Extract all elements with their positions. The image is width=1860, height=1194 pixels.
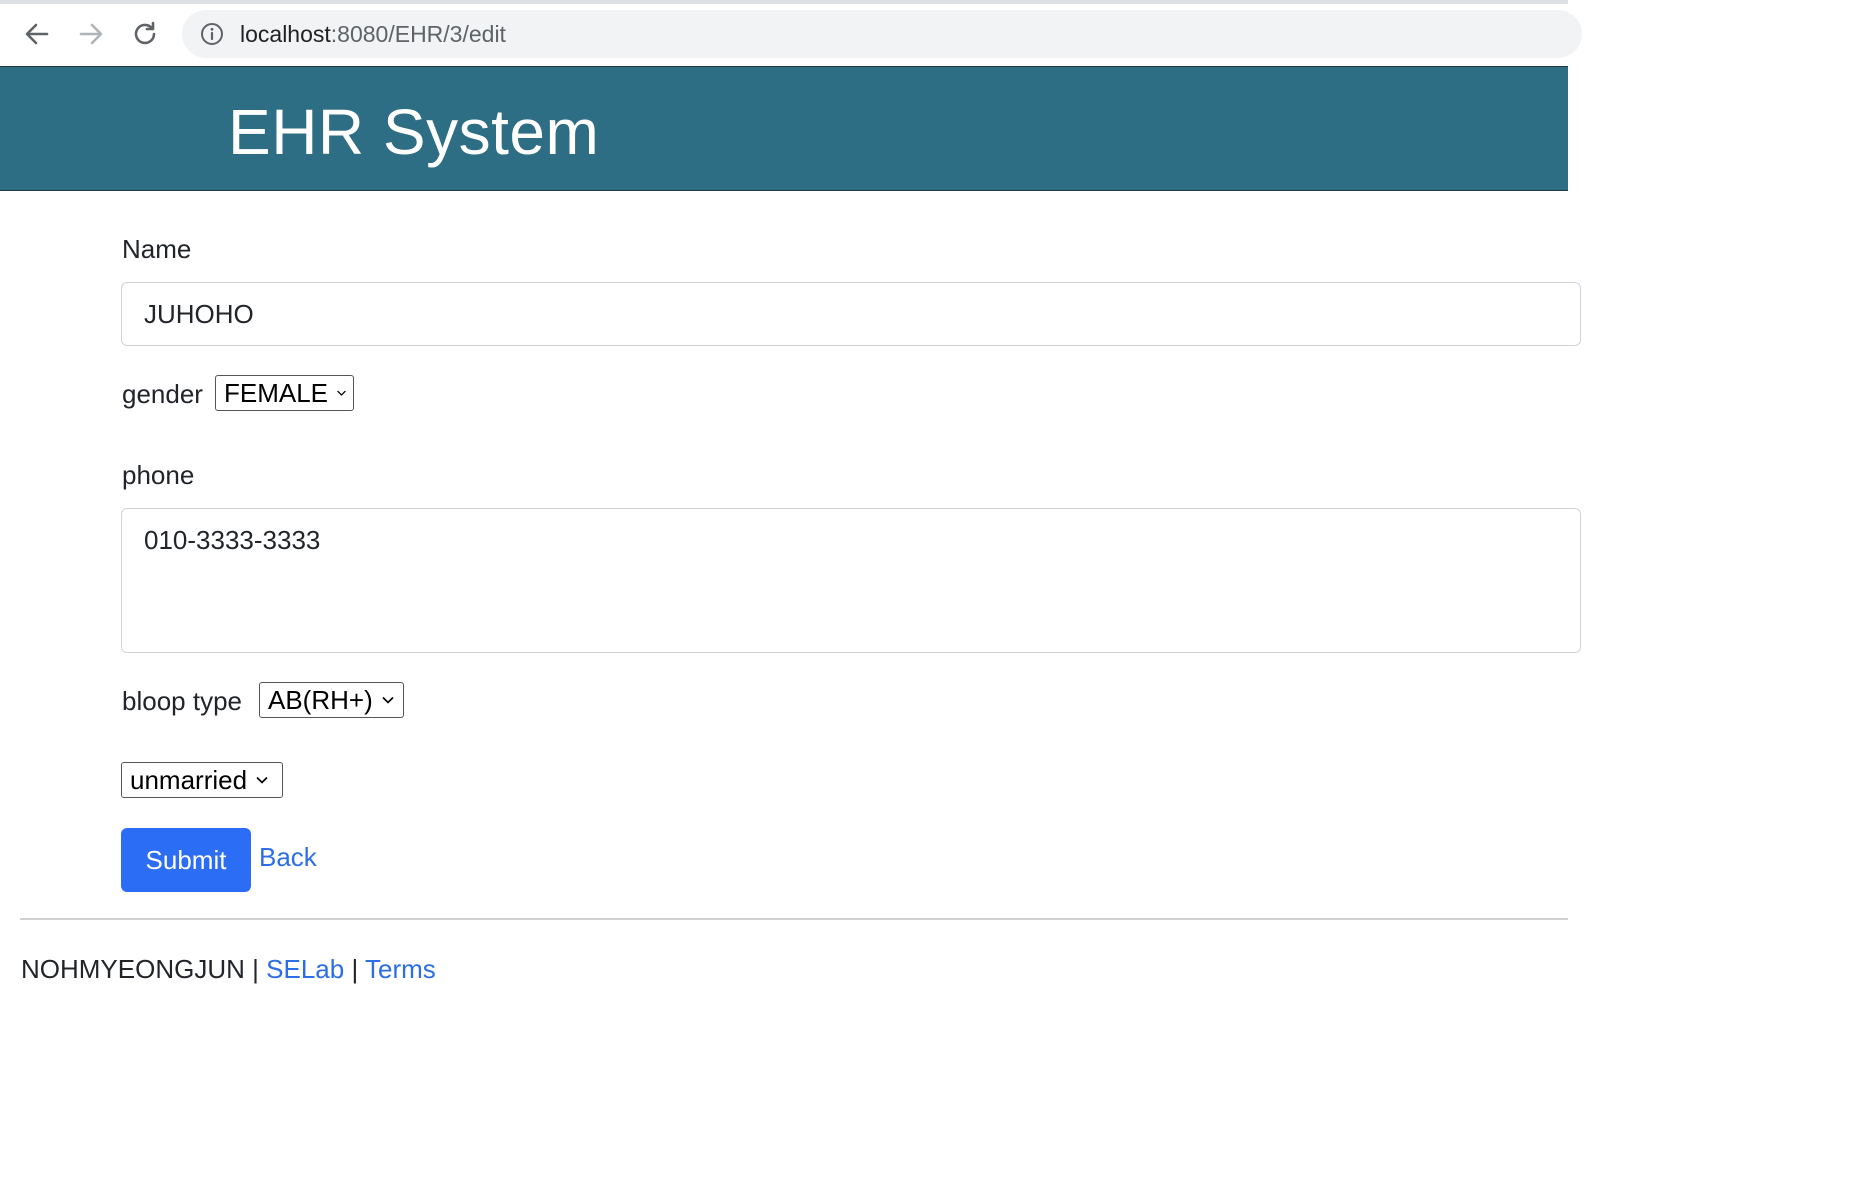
phone-textarea[interactable]: 010-3333-3333 <box>121 508 1581 653</box>
name-input[interactable] <box>121 282 1581 346</box>
url-text[interactable]: localhost:8080/EHR/3/edit <box>240 20 506 48</box>
footer-separator: | <box>351 954 359 984</box>
url-path: :8080/EHR/3/edit <box>330 21 506 47</box>
forward-arrow-icon[interactable] <box>74 17 108 51</box>
chevron-down-icon <box>337 390 346 396</box>
tab-strip-edge <box>0 0 1568 4</box>
page-title: EHR System <box>228 96 600 168</box>
footer-divider <box>20 918 1568 920</box>
footer-separator: | <box>252 954 259 984</box>
info-icon[interactable] <box>200 22 224 46</box>
blood-type-select-value: AB(RH+) <box>268 684 373 715</box>
reload-icon[interactable] <box>128 17 162 51</box>
blood-type-label: bloop type <box>122 686 242 716</box>
blood-type-select[interactable]: AB(RH+) <box>259 682 404 718</box>
chevron-down-icon <box>256 776 268 784</box>
gender-label: gender <box>122 379 203 409</box>
phone-label: phone <box>122 460 195 490</box>
back-link[interactable]: Back <box>259 842 317 872</box>
chevron-down-icon <box>382 696 394 704</box>
submit-button[interactable]: Submit <box>121 828 251 892</box>
back-arrow-icon[interactable] <box>20 17 54 51</box>
browser-toolbar: localhost:8080/EHR/3/edit <box>0 0 1582 66</box>
gender-select[interactable]: FEMALE <box>215 375 354 411</box>
footer-author: NOHMYEONGJUN <box>21 954 245 984</box>
marital-status-select[interactable]: unmarried <box>121 762 283 798</box>
gender-select-value: FEMALE <box>224 377 329 408</box>
address-bar[interactable]: localhost:8080/EHR/3/edit <box>182 10 1582 58</box>
marital-status-select-value: unmarried <box>130 764 248 795</box>
footer: NOHMYEONGJUN | SELab | Terms <box>21 954 436 984</box>
name-label: Name <box>122 234 192 264</box>
footer-link-terms[interactable]: Terms <box>365 954 436 984</box>
url-host: localhost <box>240 21 331 47</box>
footer-link-selab[interactable]: SELab <box>266 954 344 984</box>
app-header: EHR System <box>0 66 1568 191</box>
